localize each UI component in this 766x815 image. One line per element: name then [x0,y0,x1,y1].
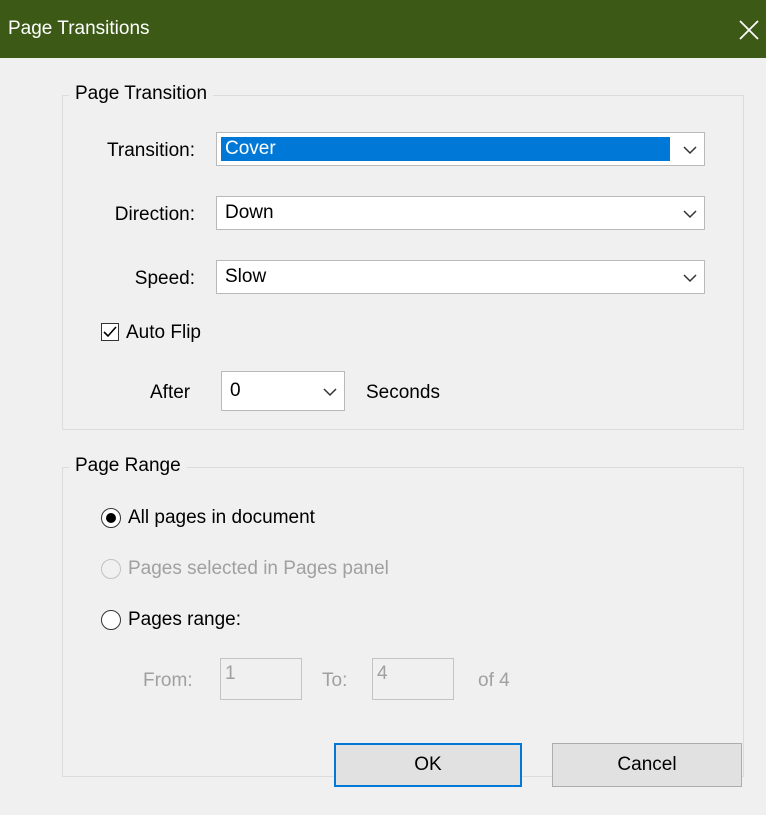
direction-value: Down [225,202,274,223]
direction-label: Direction: [114,204,195,225]
from-field[interactable]: 1 [220,658,302,700]
selected-pages-label[interactable]: Pages selected in Pages panel [128,558,389,580]
checkmark-icon [103,326,117,338]
ok-button[interactable]: OK [334,743,522,787]
selected-pages-radio[interactable] [101,559,121,579]
all-pages-label[interactable]: All pages in document [128,507,315,529]
to-field[interactable]: 4 [372,658,454,700]
to-label: To: [322,670,348,691]
cancel-button[interactable]: Cancel [552,743,742,787]
direction-select[interactable]: Down [216,196,705,230]
auto-flip-checkbox[interactable] [101,323,119,341]
chevron-down-icon[interactable] [322,384,338,400]
pages-range-label[interactable]: Pages range: [128,609,241,631]
radio-selected-dot [106,513,116,523]
title-bar: Page Transitions [0,0,766,58]
speed-select[interactable]: Slow [216,260,705,294]
close-icon[interactable] [734,12,764,46]
chevron-down-icon[interactable] [682,270,698,286]
chevron-down-icon[interactable] [682,206,698,222]
after-value: 0 [230,380,241,401]
speed-value: Slow [225,266,267,287]
dialog-body: Page Transition Transition: Cover Direct… [0,58,766,815]
transition-value: Cover [221,137,670,161]
chevron-down-icon[interactable] [682,142,698,158]
window-title: Page Transitions [8,18,150,39]
from-label: From: [143,670,193,691]
transition-label: Transition: [107,140,195,161]
after-seconds-select[interactable]: 0 [221,371,345,411]
after-label: After [150,382,191,403]
of-total-label: of 4 [478,670,510,691]
transition-select[interactable]: Cover [216,132,705,166]
seconds-label: Seconds [366,382,440,403]
page-range-legend: Page Range [69,455,187,477]
page-transition-legend: Page Transition [69,83,214,105]
pages-range-radio[interactable] [101,610,121,630]
auto-flip-label[interactable]: Auto Flip [126,322,201,344]
all-pages-radio[interactable] [101,508,121,528]
speed-label: Speed: [134,268,195,289]
